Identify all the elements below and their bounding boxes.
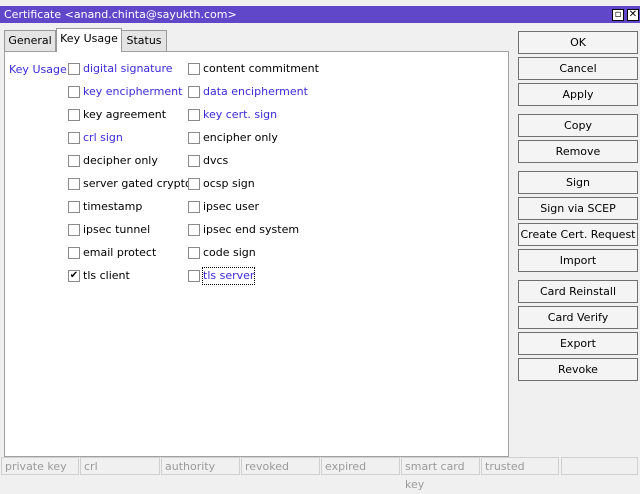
card-reinstall-button[interactable]: Card Reinstall <box>518 280 638 303</box>
option-label: dvcs <box>203 154 229 167</box>
status-field <box>561 457 638 475</box>
checkbox[interactable] <box>68 224 80 236</box>
maximize-icon[interactable]: ▫ <box>612 9 624 21</box>
option-label: encipher only <box>203 131 278 144</box>
checkbox[interactable] <box>188 132 200 144</box>
checkbox[interactable] <box>68 178 80 190</box>
option-label: email protect <box>83 246 157 259</box>
checkbox[interactable] <box>188 109 200 121</box>
option-label: code sign <box>203 246 256 259</box>
checkbox[interactable] <box>188 63 200 75</box>
checkbox[interactable] <box>188 155 200 167</box>
checkbox[interactable] <box>188 247 200 259</box>
sign-via-scep-button[interactable]: Sign via SCEP <box>518 197 638 220</box>
option-label: ocsp sign <box>203 177 255 190</box>
status-field: revoked <box>241 457 320 475</box>
tab-status[interactable]: Status <box>121 30 167 51</box>
status-field: private key <box>1 457 79 475</box>
import-button[interactable]: Import <box>518 249 638 272</box>
cancel-button[interactable]: Cancel <box>518 57 638 80</box>
option-label: tls client <box>83 269 130 282</box>
checkbox[interactable] <box>68 63 80 75</box>
option-label: key agreement <box>83 108 167 121</box>
checkbox[interactable] <box>188 201 200 213</box>
option-label: tls server <box>201 267 256 285</box>
checkbox[interactable] <box>188 178 200 190</box>
option-label: data encipherment <box>203 85 308 98</box>
apply-button[interactable]: Apply <box>518 83 638 106</box>
option-label: decipher only <box>83 154 158 167</box>
option-label: timestamp <box>83 200 143 213</box>
checkbox[interactable] <box>68 201 80 213</box>
close-icon[interactable]: ✕ <box>627 9 639 21</box>
option-label: server gated crypto <box>83 177 192 190</box>
option-label: crl sign <box>83 131 123 144</box>
remove-button[interactable]: Remove <box>518 140 638 163</box>
export-button[interactable]: Export <box>518 332 638 355</box>
revoke-button[interactable]: Revoke <box>518 358 638 381</box>
card-verify-button[interactable]: Card Verify <box>518 306 638 329</box>
option-label: key encipherment <box>83 85 183 98</box>
tab-key-usage[interactable]: Key Usage <box>56 28 122 52</box>
title-bar: Certificate <anand.chinta@sayukth.com> ▫… <box>0 6 640 23</box>
checkbox[interactable] <box>68 86 80 98</box>
option-label: ipsec tunnel <box>83 223 151 236</box>
window-title: Certificate <anand.chinta@sayukth.com> <box>4 8 237 21</box>
checkbox[interactable] <box>188 270 200 282</box>
status-field: expired <box>321 457 400 475</box>
option-label: key cert. sign <box>203 108 278 121</box>
checkbox[interactable] <box>68 155 80 167</box>
option-label: ipsec user <box>203 200 260 213</box>
key-usage-panel: Key Usage: digital signature key encipher… <box>4 51 509 457</box>
ok-button[interactable]: OK <box>518 31 638 54</box>
option-label: digital signature <box>83 62 173 75</box>
sign-button[interactable]: Sign <box>518 171 638 194</box>
tab-general[interactable]: General <box>4 30 56 51</box>
copy-button[interactable]: Copy <box>518 114 638 137</box>
status-field: crl <box>80 457 160 475</box>
checkbox[interactable] <box>68 109 80 121</box>
checkbox-checked[interactable]: ✔ <box>68 270 80 282</box>
checkbox[interactable] <box>188 86 200 98</box>
key-usage-label: Key Usage: <box>9 63 71 76</box>
checkbox[interactable] <box>188 224 200 236</box>
checkbox[interactable] <box>68 132 80 144</box>
checkbox[interactable] <box>68 247 80 259</box>
create-cert-request-button[interactable]: Create Cert. Request <box>518 223 638 246</box>
option-label: ipsec end system <box>203 223 300 236</box>
status-field: trusted <box>481 457 559 475</box>
status-field: smart card key <box>401 457 480 491</box>
option-label: content commitment <box>203 62 319 75</box>
status-field: authority <box>161 457 240 475</box>
